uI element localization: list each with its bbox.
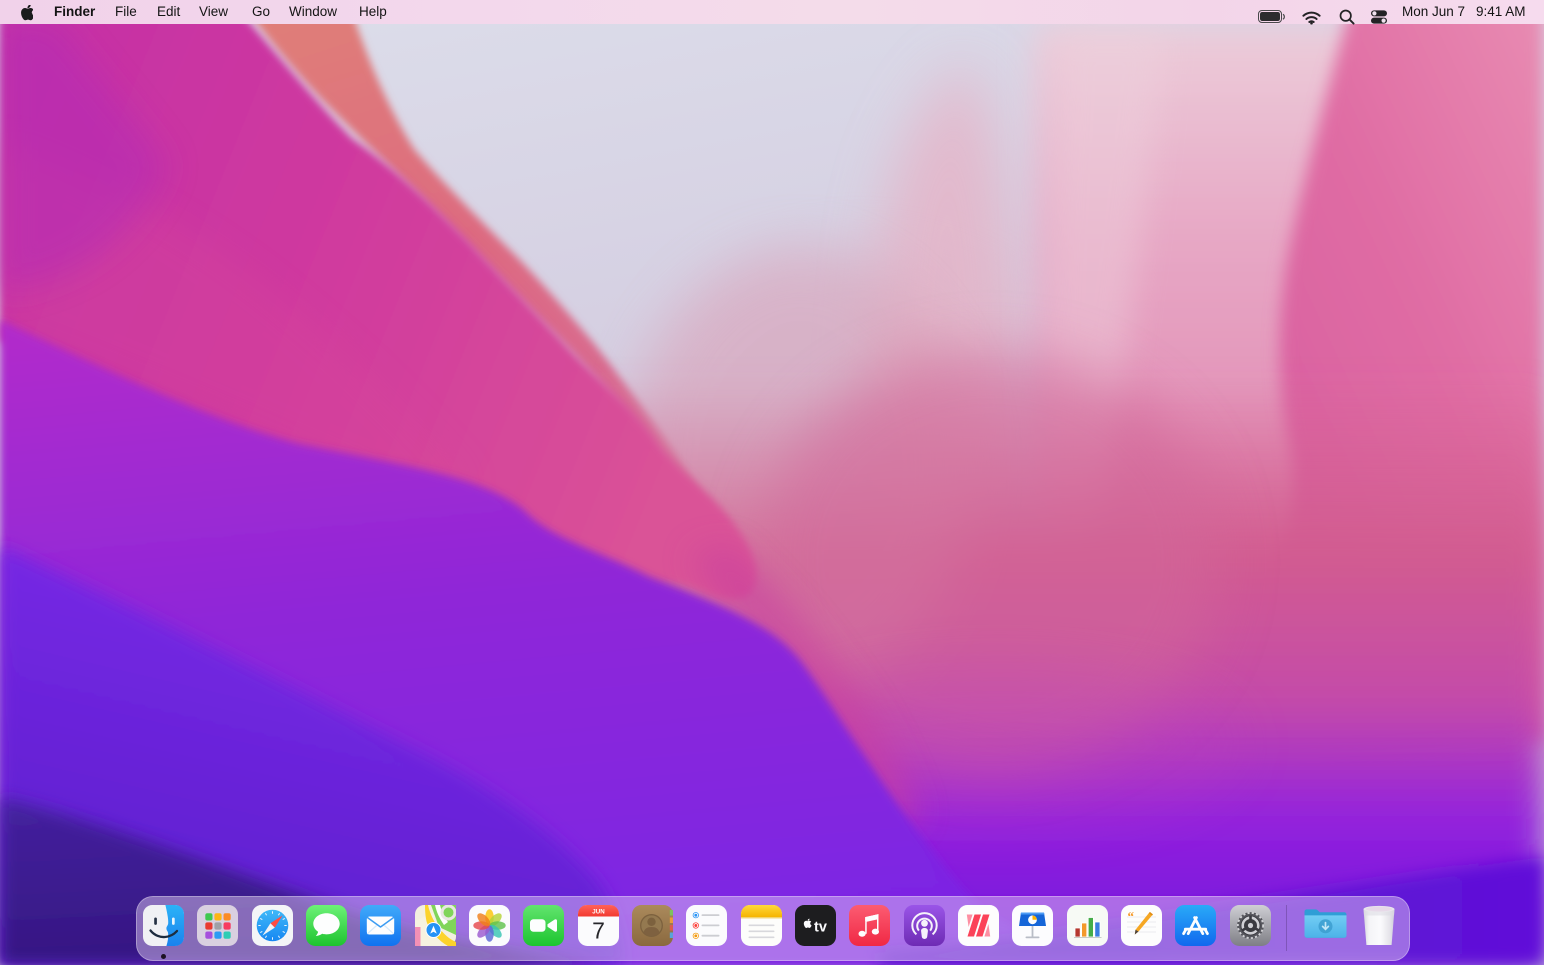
svg-text:“: “	[1128, 909, 1135, 924]
svg-text:tv: tv	[814, 920, 827, 936]
svg-text:JUN: JUN	[592, 909, 605, 916]
svg-text:7: 7	[592, 918, 605, 944]
